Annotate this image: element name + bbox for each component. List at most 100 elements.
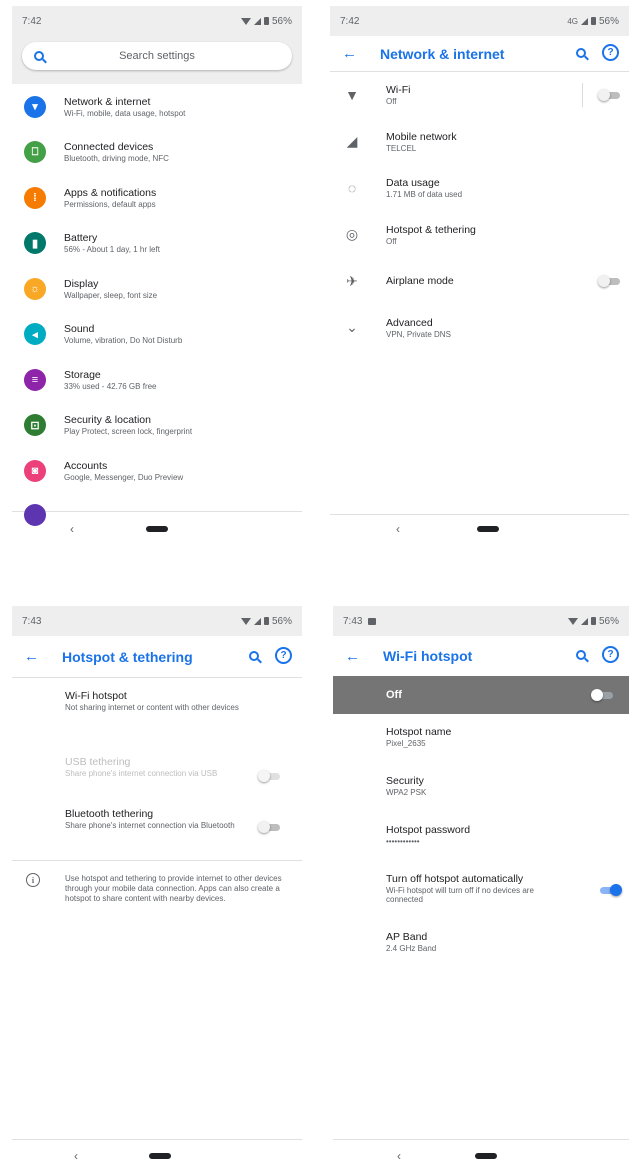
page-title: Network & internet [380,45,505,62]
nav-home-button[interactable] [475,1153,497,1159]
status-time: 7:43 [22,615,42,627]
nav-home-button[interactable] [149,1153,171,1159]
network-row[interactable]: ▼ Wi-Fi Off [330,72,629,119]
nav-back-button[interactable]: ‹ [396,522,400,536]
airplane-mode-toggle[interactable] [598,275,622,287]
hotspot-setting-value: Pixel_2635 [386,739,426,748]
network-row[interactable]: ✈ Airplane mode [330,258,629,305]
hotspot-tethering-screen: 7:43 56% ← Hotspot & tethering ? Wi-Fi h… [12,606,302,1167]
wifi-status-icon [240,17,251,25]
wifi-toggle[interactable] [598,89,622,101]
network-row-title: Advanced [386,316,433,329]
network-row-subtitle: Off [386,236,397,246]
volume-icon: ◂ [24,323,46,346]
network-row-title: Airplane mode [386,275,454,288]
back-arrow-icon[interactable]: ← [342,45,362,62]
settings-item-title: Display [64,277,99,290]
hotspot-setting-row[interactable]: AP Band 2.4 GHz Band [333,931,629,980]
network-row-subtitle: Off [386,97,397,107]
nav-back-button[interactable]: ‹ [74,1149,78,1163]
help-icon[interactable]: ? [275,647,292,664]
signal-status-icon [253,17,261,25]
battery-percent: 56% [271,615,292,627]
search-icon[interactable] [576,47,586,58]
settings-item-subtitle: 33% used - 42.76 GB free [64,381,157,391]
settings-item-subtitle: Volume, vibration, Do Not Disturb [64,336,183,346]
wifi-status-icon [240,617,251,625]
wifi-hotspot-title: Wi-Fi hotspot [65,690,127,702]
status-time: 7:43 [343,615,363,627]
nav-home-button[interactable] [477,526,499,532]
settings-item-title: Accounts [64,459,108,472]
hotspot-setting-value: •••••••••••• [386,837,420,846]
hotspot-setting-title: Hotspot name [386,726,452,738]
settings-item-title: Battery [64,232,98,245]
search-icon[interactable] [576,649,586,660]
settings-item-title: Apps & notifications [64,186,157,199]
settings-item-subtitle: Google, Messenger, Duo Preview [64,472,184,482]
nav-home-button[interactable] [146,526,168,532]
bluetooth-tethering-toggle[interactable] [258,821,282,833]
nav-bar: ‹ [12,512,302,546]
devices-icon: ⎕ [24,141,46,164]
bluetooth-tethering-title: Bluetooth tethering [65,808,154,820]
signal-status-icon [580,17,588,25]
usb-tethering-row: USB tethering Share phone's internet con… [12,742,302,808]
settings-item-title: Connected devices [64,141,154,154]
settings-item[interactable]: ◙ Accounts Google, Messenger, Duo Preview [12,448,302,494]
hotspot-setting-row[interactable]: Hotspot password •••••••••••• [333,824,629,873]
auto-off-toggle[interactable] [598,884,622,896]
back-arrow-icon[interactable]: ← [345,648,365,665]
master-switch-toggle[interactable] [591,689,615,701]
network-row-subtitle: 1.71 MB of data used [386,190,463,200]
status-bar: 7:42 56% [12,6,302,36]
settings-item[interactable]: ▮ Battery 56% - About 1 day, 1 hr left [12,221,302,267]
hotspot-setting-title: Turn off hotspot automatically [386,873,524,885]
app-bar: ← Wi-Fi hotspot ? [333,636,629,676]
wifi-status-icon [567,617,578,625]
battery-status-icon [263,17,269,25]
settings-item-title: Network & internet [64,95,151,108]
battery-percent: 56% [598,15,619,27]
search-placeholder: Search settings [119,50,195,62]
wifi-hotspot-row[interactable]: Wi-Fi hotspot Not sharing internet or co… [12,690,302,742]
hotspot-setting-value: 2.4 GHz Band [386,944,437,953]
settings-item-subtitle: Bluetooth, driving mode, NFC [64,154,169,164]
battery-percent: 56% [271,15,292,27]
back-arrow-icon[interactable]: ← [24,648,44,665]
settings-list: ▾ Network & internet Wi-Fi, mobile, data u… [12,84,302,494]
network-row-title: Wi-Fi [386,84,411,97]
settings-item[interactable]: ⊡ Security & location Play Protect, screen… [12,403,302,449]
network-internet-screen: 7:42 4G 56% ← Network & internet ? ▼ Wi-F… [330,6,629,546]
settings-item-title: Storage [64,368,101,381]
help-icon[interactable]: ? [602,646,619,663]
search-bar[interactable]: Search settings [22,42,292,70]
network-row[interactable]: ◢ Mobile network TELCEL [330,119,629,166]
hotspot-setting-row[interactable]: Security WPA2 PSK [333,775,629,824]
brightness-icon: ☼ [24,277,46,300]
help-icon[interactable]: ? [602,44,619,61]
hotspot-setting-row[interactable]: Hotspot name Pixel_2635 [333,726,629,775]
usb-tethering-title: USB tethering [65,756,131,768]
hotspot-info-text: Use hotspot and tethering to provide int… [65,874,282,903]
airplane-icon: ✈ [346,272,358,289]
network-row-title: Mobile network [386,130,457,143]
network-row[interactable]: ◎ Hotspot & tethering Off [330,212,629,259]
bluetooth-tethering-row[interactable]: Bluetooth tethering Share phone's intern… [12,808,302,860]
nav-back-button[interactable]: ‹ [397,1149,401,1163]
nav-back-button[interactable]: ‹ [70,522,74,536]
settings-item[interactable]: ≡ Storage 33% used - 42.76 GB free [12,357,302,403]
settings-item[interactable]: ⎕ Connected devices Bluetooth, driving mod… [12,130,302,176]
settings-item[interactable]: ⁞ Apps & notifications Permissions, defaul… [12,175,302,221]
hotspot-setting-row[interactable]: Turn off hotspot automatically Wi-Fi hots… [333,873,629,931]
settings-item[interactable]: ☼ Display Wallpaper, sleep, font size [12,266,302,312]
hotspot-settings-list: Hotspot name Pixel_2635 Security WPA2 PSK Ho… [333,714,629,980]
network-row[interactable]: ◌ Data usage 1.71 MB of data used [330,165,629,212]
settings-item[interactable]: ◂ Sound Volume, vibration, Do Not Disturb [12,312,302,358]
network-row[interactable]: ⌄ Advanced VPN, Private DNS [330,305,629,352]
settings-item[interactable]: ▾ Network & internet Wi-Fi, mobile, data u… [12,84,302,130]
search-icon[interactable] [249,650,259,661]
wifi-hotspot-subtitle: Not sharing internet or content with oth… [65,703,239,712]
wifi-hotspot-screen: 7:43 56% ← Wi-Fi hotspot ? Off Hotspot n… [333,606,629,1167]
master-switch-bar[interactable]: Off [333,676,629,714]
